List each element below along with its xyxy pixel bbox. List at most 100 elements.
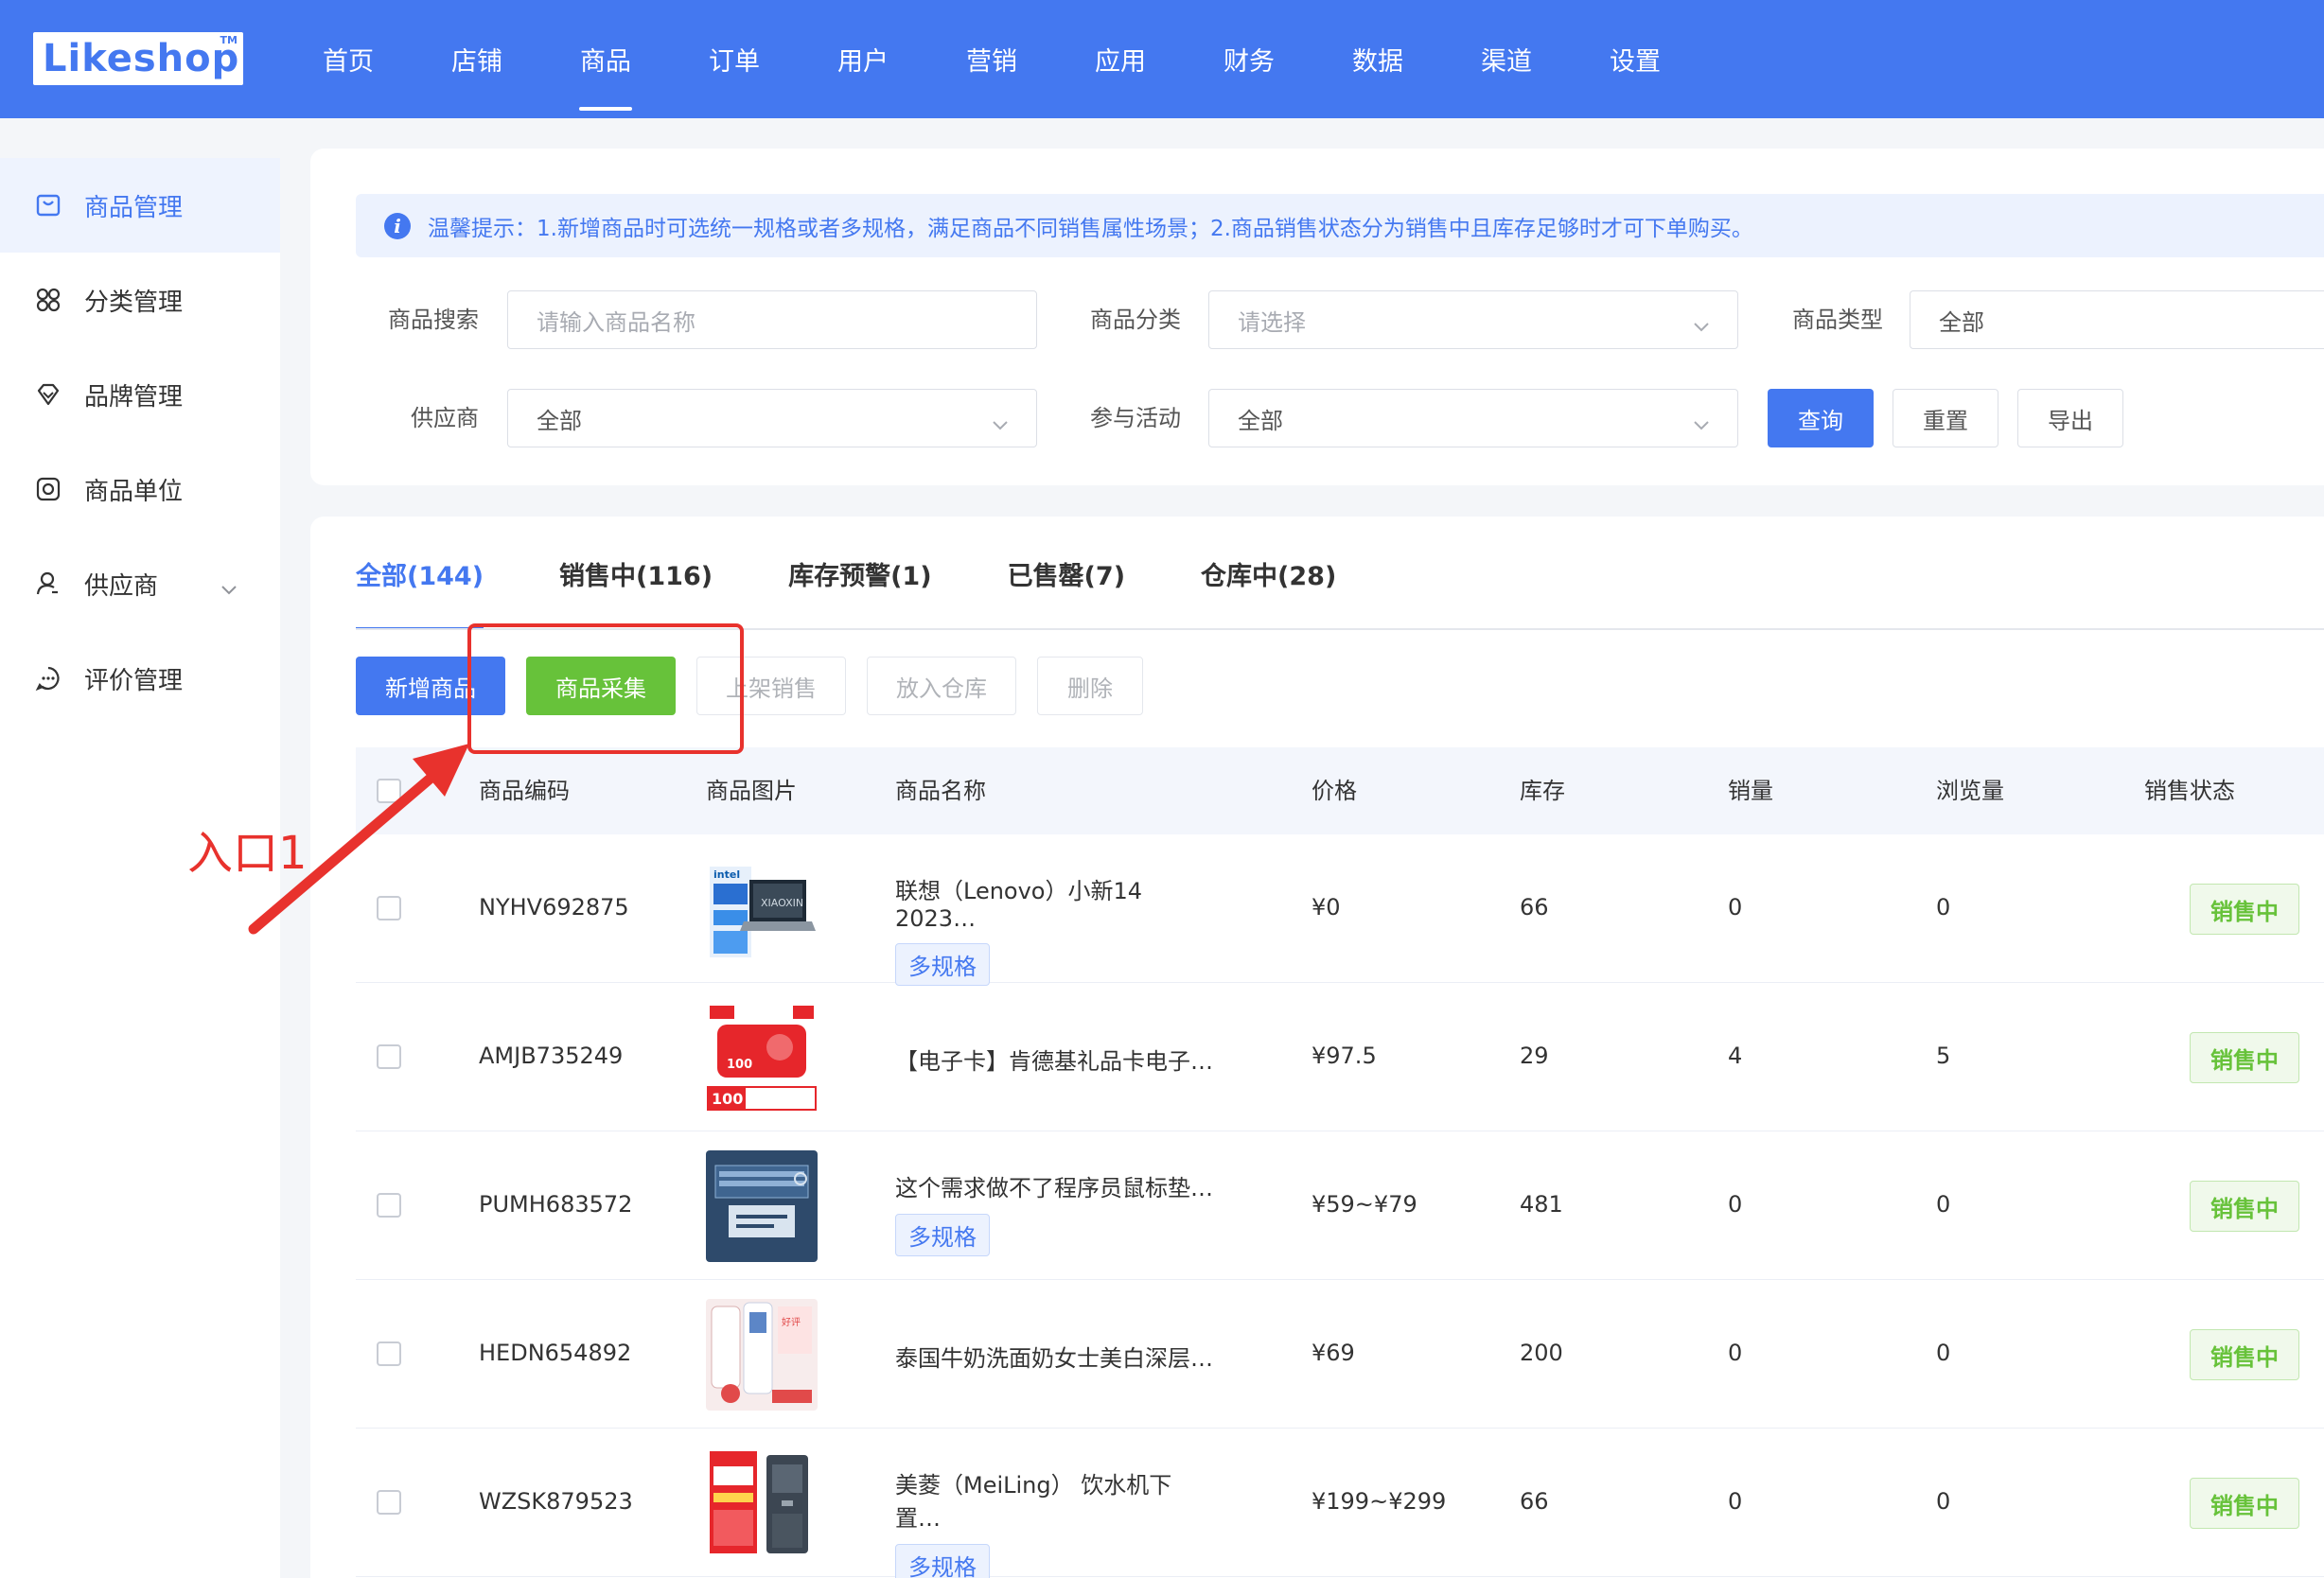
tab-all[interactable]: 全部(144) <box>356 517 484 630</box>
goods-name[interactable]: 泰国牛奶洗面奶女士美白深层… <box>895 1340 1217 1373</box>
row-checkbox[interactable] <box>377 896 401 920</box>
annotation-label: 入口1 <box>187 827 308 880</box>
goods-code: WZSK879523 <box>479 1488 633 1515</box>
query-button[interactable]: 查询 <box>1768 389 1874 447</box>
tab-on-sale[interactable]: 销售中(116) <box>559 517 713 630</box>
goods-thumbnail-laptop[interactable]: intel XIAOXIN <box>706 853 818 965</box>
tab-stock-warning[interactable]: 库存预警(1) <box>788 517 931 630</box>
goods-name[interactable]: 美菱（MeiLing） 饮水机下置… <box>895 1466 1217 1533</box>
table-row[interactable]: PUMH683572 这个需求做不了程序员鼠标垫… 多规格 ¥59~¥79 48… <box>356 1131 2324 1280</box>
nav-users[interactable]: 用户 <box>799 0 927 118</box>
nav-settings[interactable]: 设置 <box>1571 0 1699 118</box>
search-label: 商品搜索 <box>388 307 479 333</box>
svg-text:100: 100 <box>712 1090 743 1108</box>
row-checkbox[interactable] <box>377 1044 401 1069</box>
goods-thumbnail-giftcard[interactable]: 100 100 <box>706 1002 818 1113</box>
diamond-icon <box>35 381 62 408</box>
tab-sold-out[interactable]: 已售罄(7) <box>1008 517 1125 630</box>
status-badge: 销售中 <box>2190 1032 2299 1083</box>
goods-sales: 4 <box>1728 1043 1743 1069</box>
nav-finance[interactable]: 财务 <box>1185 0 1313 118</box>
status-badge: 销售中 <box>2190 1478 2299 1529</box>
export-button[interactable]: 导出 <box>2017 389 2123 447</box>
top-header: Likeshop TM 首页 店铺 商品 订单 用户 营销 应用 财务 数据 渠… <box>0 0 2324 118</box>
likeshop-logo[interactable]: Likeshop TM <box>33 32 243 85</box>
select-all-checkbox[interactable] <box>377 779 401 803</box>
goods-name[interactable]: 这个需求做不了程序员鼠标垫… <box>895 1169 1217 1202</box>
supplier-label: 供应商 <box>411 405 479 431</box>
tab-warehouse[interactable]: 仓库中(28) <box>1201 517 1336 630</box>
goods-price: ¥97.5 <box>1312 1043 1377 1069</box>
comment-icon <box>35 665 62 692</box>
tip-text: 温馨提示：1.新增商品时可选统一规格或者多规格，满足商品不同销售属性场景；2.商… <box>428 216 1753 241</box>
table-row[interactable]: HEDN654892 好评 泰国牛奶洗面奶女士美白深层… ¥69 200 0 0… <box>356 1280 2324 1429</box>
delete-button[interactable]: 删除 <box>1037 657 1143 715</box>
category-grid-icon <box>35 287 62 313</box>
goods-price: ¥59~¥79 <box>1312 1191 1417 1218</box>
search-input[interactable]: 请输入商品名称 <box>507 290 1037 349</box>
svg-text:好评: 好评 <box>782 1317 801 1328</box>
category-select[interactable]: 请选择 <box>1208 290 1738 349</box>
search-placeholder: 请输入商品名称 <box>537 308 695 336</box>
row-checkbox[interactable] <box>377 1193 401 1218</box>
activity-label: 参与活动 <box>1090 405 1181 431</box>
reset-button[interactable]: 重置 <box>1893 389 1998 447</box>
goods-sales: 0 <box>1728 1488 1743 1515</box>
nav-store[interactable]: 店铺 <box>413 0 541 118</box>
goods-thumbnail-dispenser[interactable] <box>706 1447 818 1559</box>
goods-views: 0 <box>1936 1488 1951 1515</box>
goods-code: HEDN654892 <box>479 1340 632 1366</box>
sidebar-item-brand-management[interactable]: 品牌管理 <box>0 347 280 442</box>
sidebar-item-supplier[interactable]: 供应商 <box>0 536 280 631</box>
nav-orders[interactable]: 订单 <box>670 0 799 118</box>
main-nav: 首页 店铺 商品 订单 用户 营销 应用 财务 数据 渠道 设置 <box>284 0 1699 118</box>
goods-sales: 0 <box>1728 1191 1743 1218</box>
goods-sales: 0 <box>1728 1340 1743 1366</box>
row-checkbox[interactable] <box>377 1490 401 1515</box>
goods-thumbnail-mousepad[interactable] <box>706 1150 818 1262</box>
type-select[interactable]: 全部 <box>1910 290 2324 349</box>
activity-select[interactable]: 全部 <box>1208 389 1738 447</box>
goods-name-cell: 这个需求做不了程序员鼠标垫… 多规格 <box>895 1169 1217 1256</box>
nav-channels[interactable]: 渠道 <box>1442 0 1571 118</box>
sidebar-item-label: 商品管理 <box>84 193 184 222</box>
nav-goods[interactable]: 商品 <box>541 0 670 118</box>
goods-name-cell: 美菱（MeiLing） 饮水机下置… 多规格 <box>895 1466 1217 1578</box>
table-row[interactable]: WZSK879523 美菱（MeiLing） 饮水机下置… 多规格 ¥199~¥… <box>356 1429 2324 1578</box>
nav-home[interactable]: 首页 <box>284 0 413 118</box>
put-in-warehouse-button[interactable]: 放入仓库 <box>867 657 1016 715</box>
table-row[interactable]: AMJB735249 100 100 【电子卡】肯德基礼品卡电子… ¥97.5 … <box>356 983 2324 1131</box>
sidebar-item-review-management[interactable]: 评价管理 <box>0 631 280 726</box>
nav-apps[interactable]: 应用 <box>1056 0 1185 118</box>
table-row[interactable]: NYHV692875 intel XIAOXIN 联想（Lenovo）小新14 … <box>356 834 2324 986</box>
filter-panel: i 温馨提示：1.新增商品时可选统一规格或者多规格，满足商品不同销售属性场景；2… <box>310 149 2324 485</box>
category-placeholder: 请选择 <box>1238 308 1306 336</box>
svg-text:XIAOXIN: XIAOXIN <box>761 897 803 909</box>
row-checkbox[interactable] <box>377 1341 401 1366</box>
chevron-down-icon[interactable] <box>220 574 238 603</box>
multi-spec-badge: 多规格 <box>895 1544 990 1578</box>
status-badge: 销售中 <box>2190 1329 2299 1380</box>
goods-name[interactable]: 联想（Lenovo）小新14 2023… <box>895 872 1217 932</box>
goods-views: 0 <box>1936 1340 1951 1366</box>
info-icon: i <box>384 212 411 239</box>
user-icon <box>35 570 62 597</box>
col-sales: 销量 <box>1728 778 1773 804</box>
sidebar-item-label: 商品单位 <box>84 477 184 506</box>
goods-thumbnail-cleanser[interactable]: 好评 <box>706 1299 818 1411</box>
nav-marketing[interactable]: 营销 <box>927 0 1056 118</box>
col-stock: 库存 <box>1520 778 1565 804</box>
sidebar-item-category-management[interactable]: 分类管理 <box>0 253 280 347</box>
goods-stock: 66 <box>1520 1488 1549 1515</box>
type-value: 全部 <box>1939 308 1984 336</box>
supplier-select[interactable]: 全部 <box>507 389 1037 447</box>
sidebar-item-goods-management[interactable]: 商品管理 <box>0 158 280 253</box>
col-code: 商品编码 <box>479 778 570 804</box>
goods-name[interactable]: 【电子卡】肯德基礼品卡电子… <box>895 1043 1217 1076</box>
nav-data[interactable]: 数据 <box>1313 0 1442 118</box>
supplier-value: 全部 <box>537 407 582 434</box>
goods-price: ¥199~¥299 <box>1312 1488 1447 1515</box>
goods-sales: 0 <box>1728 894 1743 920</box>
goods-stock: 481 <box>1520 1191 1563 1218</box>
sidebar-item-goods-unit[interactable]: 商品单位 <box>0 442 280 536</box>
